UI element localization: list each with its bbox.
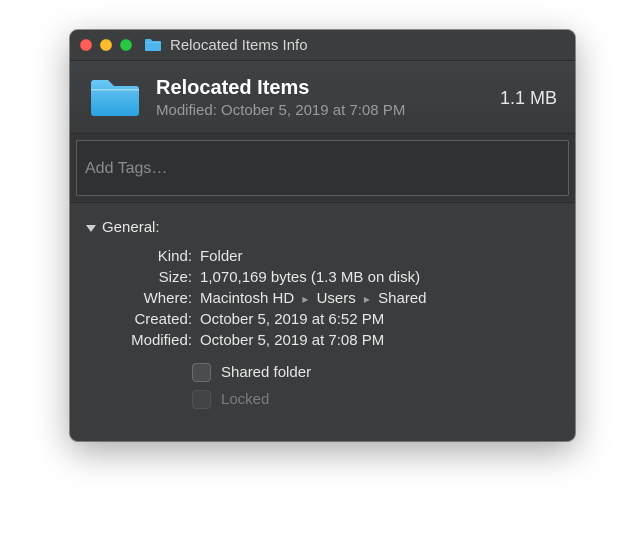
locked-label: Locked xyxy=(221,391,269,408)
shared-folder-label: Shared folder xyxy=(221,364,311,381)
created-label: Created: xyxy=(84,311,192,328)
tags-section xyxy=(70,134,575,203)
shared-folder-row: Shared folder xyxy=(192,363,561,382)
modified-value: October 5, 2019 at 7:08 PM xyxy=(200,332,561,349)
item-size-summary: 1.1 MB xyxy=(500,88,557,109)
row-created: Created: October 5, 2019 at 6:52 PM xyxy=(84,311,561,328)
shared-folder-checkbox[interactable] xyxy=(192,363,211,382)
created-value: October 5, 2019 at 6:52 PM xyxy=(200,311,561,328)
where-value: Macintosh HD ▸ Users ▸ Shared xyxy=(200,290,561,307)
chevron-down-icon xyxy=(86,225,96,232)
where-seg-1: Users xyxy=(317,290,356,307)
info-header: Relocated Items Modified: October 5, 201… xyxy=(70,61,575,134)
modified-label: Modified: xyxy=(84,332,192,349)
locked-checkbox[interactable] xyxy=(192,390,211,409)
where-seg-0: Macintosh HD xyxy=(200,290,294,307)
row-modified: Modified: October 5, 2019 at 7:08 PM xyxy=(84,332,561,349)
item-modified-summary: Modified: October 5, 2019 at 7:08 PM xyxy=(156,102,490,119)
kind-label: Kind: xyxy=(84,248,192,265)
kind-value: Folder xyxy=(200,248,561,265)
locked-row: Locked xyxy=(192,390,561,409)
chevron-right-icon: ▸ xyxy=(302,292,308,306)
row-where: Where: Macintosh HD ▸ Users ▸ Shared xyxy=(84,290,561,307)
titlebar[interactable]: Relocated Items Info xyxy=(70,30,575,61)
tags-field[interactable] xyxy=(76,140,569,196)
general-label: General: xyxy=(102,219,160,236)
info-window: Relocated Items Info Relocated Items Mod… xyxy=(70,30,575,441)
window-title: Relocated Items Info xyxy=(170,37,308,54)
where-seg-2: Shared xyxy=(378,290,426,307)
item-name: Relocated Items xyxy=(156,77,490,100)
close-icon[interactable] xyxy=(80,39,92,51)
size-value: 1,070,169 bytes (1.3 MB on disk) xyxy=(200,269,561,286)
size-label: Size: xyxy=(84,269,192,286)
general-checkboxes: Shared folder Locked xyxy=(84,363,561,409)
row-kind: Kind: Folder xyxy=(84,248,561,265)
row-size: Size: 1,070,169 bytes (1.3 MB on disk) xyxy=(84,269,561,286)
chevron-right-icon: ▸ xyxy=(364,292,370,306)
folder-icon xyxy=(144,38,162,52)
where-label: Where: xyxy=(84,290,192,307)
tags-input[interactable] xyxy=(83,145,566,193)
zoom-icon[interactable] xyxy=(120,39,132,51)
window-controls xyxy=(80,39,132,51)
minimize-icon[interactable] xyxy=(100,39,112,51)
folder-icon xyxy=(88,77,142,119)
general-disclosure[interactable]: General: xyxy=(86,219,561,236)
general-section: General: Kind: Folder Size: 1,070,169 by… xyxy=(70,203,575,441)
